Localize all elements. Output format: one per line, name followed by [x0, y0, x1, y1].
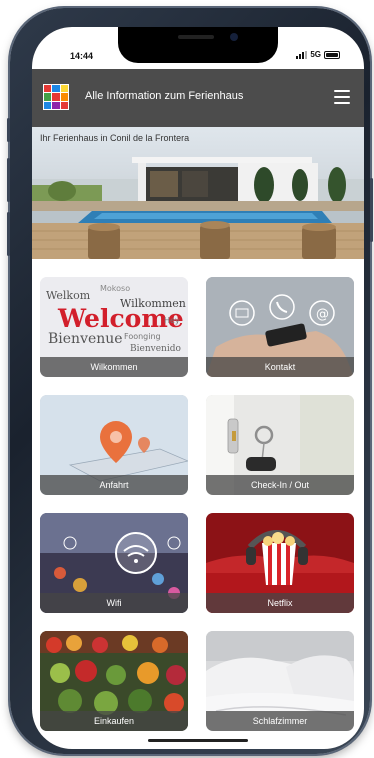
- battery-icon: [324, 50, 340, 59]
- status-bar: 14:44 5G: [32, 27, 364, 69]
- tile-label: Check-In / Out: [206, 475, 354, 495]
- key-fob-icon: [246, 457, 276, 471]
- tile-kontakt[interactable]: @ Kontakt: [206, 277, 354, 377]
- tile-netflix[interactable]: Netflix: [206, 513, 354, 613]
- notch: [118, 27, 278, 63]
- logo-square-6: [44, 101, 52, 109]
- logo-square-5: [60, 93, 68, 101]
- word-hey: Hey: [164, 316, 180, 325]
- volume-up-button: [7, 158, 10, 202]
- word-welkom: Welkom: [46, 289, 91, 302]
- logo-square-8: [60, 101, 68, 109]
- logo-square-0: [44, 85, 52, 93]
- volume-down-button: [7, 212, 10, 256]
- logo-square-7: [52, 101, 60, 109]
- app-header: Alle Information zum Ferienhaus: [32, 69, 364, 127]
- tile-label: Kontakt: [206, 357, 354, 377]
- word-bienvenido: Bienvenido: [130, 344, 181, 354]
- network-label: 5G: [310, 50, 321, 59]
- logo-square-3: [44, 93, 52, 101]
- tile-grid: Welkom Mokoso Wilkommen Welcome Hey Bien…: [32, 259, 364, 749]
- hamburger-menu-icon[interactable]: [334, 90, 350, 104]
- mute-switch: [7, 118, 10, 142]
- home-indicator[interactable]: [148, 739, 248, 742]
- status-indicators: 5G: [296, 50, 340, 59]
- word-mokoso: Mokoso: [100, 284, 130, 293]
- tile-check-in-out[interactable]: Check-In / Out: [206, 395, 354, 495]
- hero-banner: Ihr Ferienhaus in Conil de la Frontera: [32, 127, 364, 259]
- tile-label: Wifi: [40, 593, 188, 613]
- tile-label: Anfahrt: [40, 475, 188, 495]
- logo-square-1: [52, 85, 60, 93]
- word-foonging: Foonging: [124, 332, 161, 341]
- tile-label: Einkaufen: [40, 711, 188, 731]
- signal-icon: [296, 50, 308, 59]
- app-logo[interactable]: [43, 84, 69, 110]
- logo-square-4: [52, 93, 60, 101]
- villa-pool-image: [32, 157, 364, 259]
- logo-square-2: [60, 85, 68, 93]
- power-button: [370, 178, 373, 242]
- phone-frame: 14:44 5G Alle Information zum Ferienhaus: [7, 8, 373, 754]
- status-time: 14:44: [70, 51, 94, 61]
- tile-wilkommen[interactable]: Welkom Mokoso Wilkommen Welcome Hey Bien…: [40, 277, 188, 377]
- svg-text:@: @: [316, 307, 329, 322]
- page-title: Alle Information zum Ferienhaus: [85, 90, 244, 102]
- tile-label: Netflix: [206, 593, 354, 613]
- speaker-grille: [178, 35, 214, 39]
- tile-einkaufen[interactable]: Einkaufen: [40, 631, 188, 731]
- word-bienvenue: Bienvenue: [48, 331, 123, 347]
- tile-wifi[interactable]: Wifi: [40, 513, 188, 613]
- hero-caption: Ihr Ferienhaus in Conil de la Frontera: [40, 133, 190, 143]
- tile-label: Wilkommen: [40, 357, 188, 377]
- tile-label: Schlafzimmer: [206, 711, 354, 731]
- front-camera: [230, 33, 238, 41]
- phone-screen: 14:44 5G Alle Information zum Ferienhaus: [32, 27, 364, 749]
- tile-schlafzimmer[interactable]: Schlafzimmer: [206, 631, 354, 731]
- tile-anfahrt[interactable]: Anfahrt: [40, 395, 188, 495]
